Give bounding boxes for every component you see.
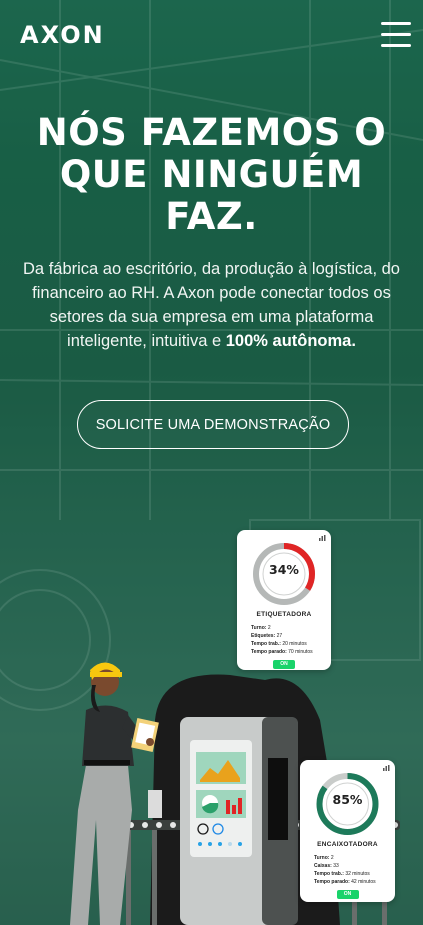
machine-card-encaixotadora[interactable]: 85% ENCAIXOTADORA Turno: 2 Caixas: 33 Te… [300,760,395,902]
itens-row: Caixas: 33 [314,863,339,869]
hero-description: Da fábrica ao escritório, da produção à … [12,257,412,353]
worker-figure [70,662,159,925]
header: AXON [0,0,423,72]
status-badge-encaixotadora: ON [336,890,359,899]
percent-etiquetadora: 34% [269,562,299,577]
percent-encaixotadora: 85% [332,792,363,807]
tempo-trab-row: Tempo trab.: 32 minutos [314,871,370,877]
tempo-parado-row: Tempo parado: 70 minutos [251,649,313,655]
machine-name-encaixotadora: ENCAIXOTADORA [317,841,378,848]
machine-name-etiquetadora: ETIQUETADORA [256,611,312,618]
hero-section: NÓS FAZEMOS O QUE NINGUÉM FAZ. Da fábric… [0,112,423,353]
hero-description-highlight: 100% autônoma. [225,332,356,351]
turno-row: Turno: 2 [314,855,334,861]
request-demo-button[interactable]: SOLICITE UMA DEMONSTRAÇÃO [77,400,349,449]
tempo-parado-row: Tempo parado: 42 minutos [314,879,376,885]
itens-row: Etiquetes: 27 [251,633,283,639]
hamburger-menu-icon[interactable] [381,22,411,48]
axon-logo[interactable]: AXON [20,21,105,49]
box-on-conveyor [148,790,162,818]
factory-illustration: 34% ETIQUETADORA Turno: 2 Etiquetes: 27 … [0,520,423,925]
turno-row: Turno: 2 [251,625,271,631]
tempo-trab-row: Tempo trab.: 20 minutos [251,641,307,647]
machine-card-etiquetadora[interactable]: 34% ETIQUETADORA Turno: 2 Etiquetes: 27 … [237,530,331,670]
hero-headline: NÓS FAZEMOS O QUE NINGUÉM FAZ. [36,111,387,238]
status-badge-etiquetadora: ON [273,660,295,669]
